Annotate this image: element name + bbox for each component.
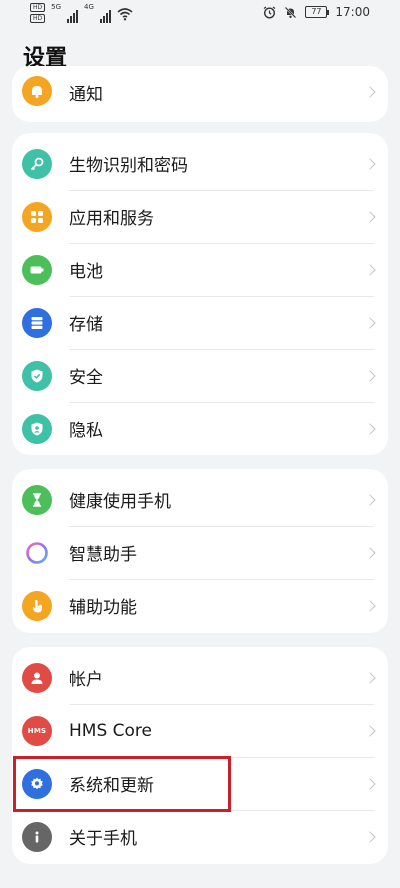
setting-item-hms-core[interactable]: HMS HMS Core [12,704,388,757]
network2-label: 4G [84,3,94,11]
setting-label: 安全 [69,368,103,388]
setting-item-account[interactable]: 帐户 [12,651,388,704]
wifi-icon [117,8,133,21]
chevron-right-icon [364,369,376,382]
sim1-badge: HD [30,3,46,12]
network1-label: 5G [51,3,62,11]
assistant-icon [22,537,52,568]
highlight-box [13,756,231,812]
settings-group-2: 生物识别和密码 应用和服务 电池 存储 安全 隐私 [12,133,388,455]
setting-item-battery[interactable]: 电池 [12,243,388,296]
hourglass-icon [22,484,52,515]
chevron-right-icon [364,86,376,98]
setting-label: 智慧助手 [69,545,137,565]
setting-label: 辅助功能 [69,598,137,618]
mute-icon [285,6,297,18]
setting-item-storage[interactable]: 存储 [12,296,388,349]
settings-group-1: 通知 [12,66,388,122]
chevron-right-icon [364,546,376,559]
signal2-icon [99,5,111,23]
chevron-right-icon [364,316,376,329]
hms-icon: HMS [22,715,52,746]
setting-label: 帐户 [69,670,103,690]
chevron-right-icon [364,671,376,684]
setting-item-security[interactable]: 安全 [12,349,388,402]
setting-label: HMS Core [69,720,152,741]
storage-icon [22,307,52,338]
setting-item-accessibility[interactable]: 辅助功能 [12,579,388,632]
setting-label: 应用和服务 [69,209,154,229]
key-icon [22,148,52,179]
status-bar: HD HD 5G 4G 77 17:00 [0,0,400,28]
chevron-right-icon [364,422,376,435]
bell-icon [22,76,52,106]
hand-icon [22,590,52,621]
battery-icon [22,254,52,285]
shield-icon [22,360,52,391]
setting-label: 通知 [69,85,103,105]
status-left: HD HD 5G 4G [30,3,133,23]
setting-label: 电池 [69,262,103,282]
setting-item-apps-services[interactable]: 应用和服务 [12,190,388,243]
sim-indicators: HD HD [30,3,46,23]
chevron-right-icon [364,493,376,506]
info-icon [22,821,52,852]
setting-label: 隐私 [69,421,103,441]
chevron-right-icon [364,724,376,737]
setting-item-notifications[interactable]: 通知 [12,66,388,119]
battery-icon: 77 [305,6,330,18]
chevron-right-icon [364,599,376,612]
status-right: 77 17:00 [263,5,370,19]
clock: 17:00 [335,5,370,19]
chevron-right-icon [364,263,376,276]
setting-item-biometrics[interactable]: 生物识别和密码 [12,137,388,190]
setting-item-digital-balance[interactable]: 健康使用手机 [12,473,388,526]
chevron-right-icon [364,777,376,790]
setting-item-privacy[interactable]: 隐私 [12,402,388,455]
user-icon [22,662,52,693]
setting-item-assistant[interactable]: 智慧助手 [12,526,388,579]
chevron-right-icon [364,210,376,223]
sim2-badge: HD [30,14,46,23]
setting-item-about-phone[interactable]: 关于手机 [12,810,388,863]
setting-label: 存储 [69,315,103,335]
setting-label: 关于手机 [69,829,137,849]
apps-icon [22,201,52,232]
chevron-right-icon [364,830,376,843]
alarm-icon [264,6,276,19]
privacy-icon [22,413,52,444]
chevron-right-icon [364,157,376,170]
settings-group-3: 健康使用手机 智慧助手 辅助功能 [12,469,388,633]
setting-label: 生物识别和密码 [69,156,188,176]
signal1-icon [67,5,79,23]
setting-label: 健康使用手机 [69,492,171,512]
hms-icon-text: HMS [27,726,47,735]
